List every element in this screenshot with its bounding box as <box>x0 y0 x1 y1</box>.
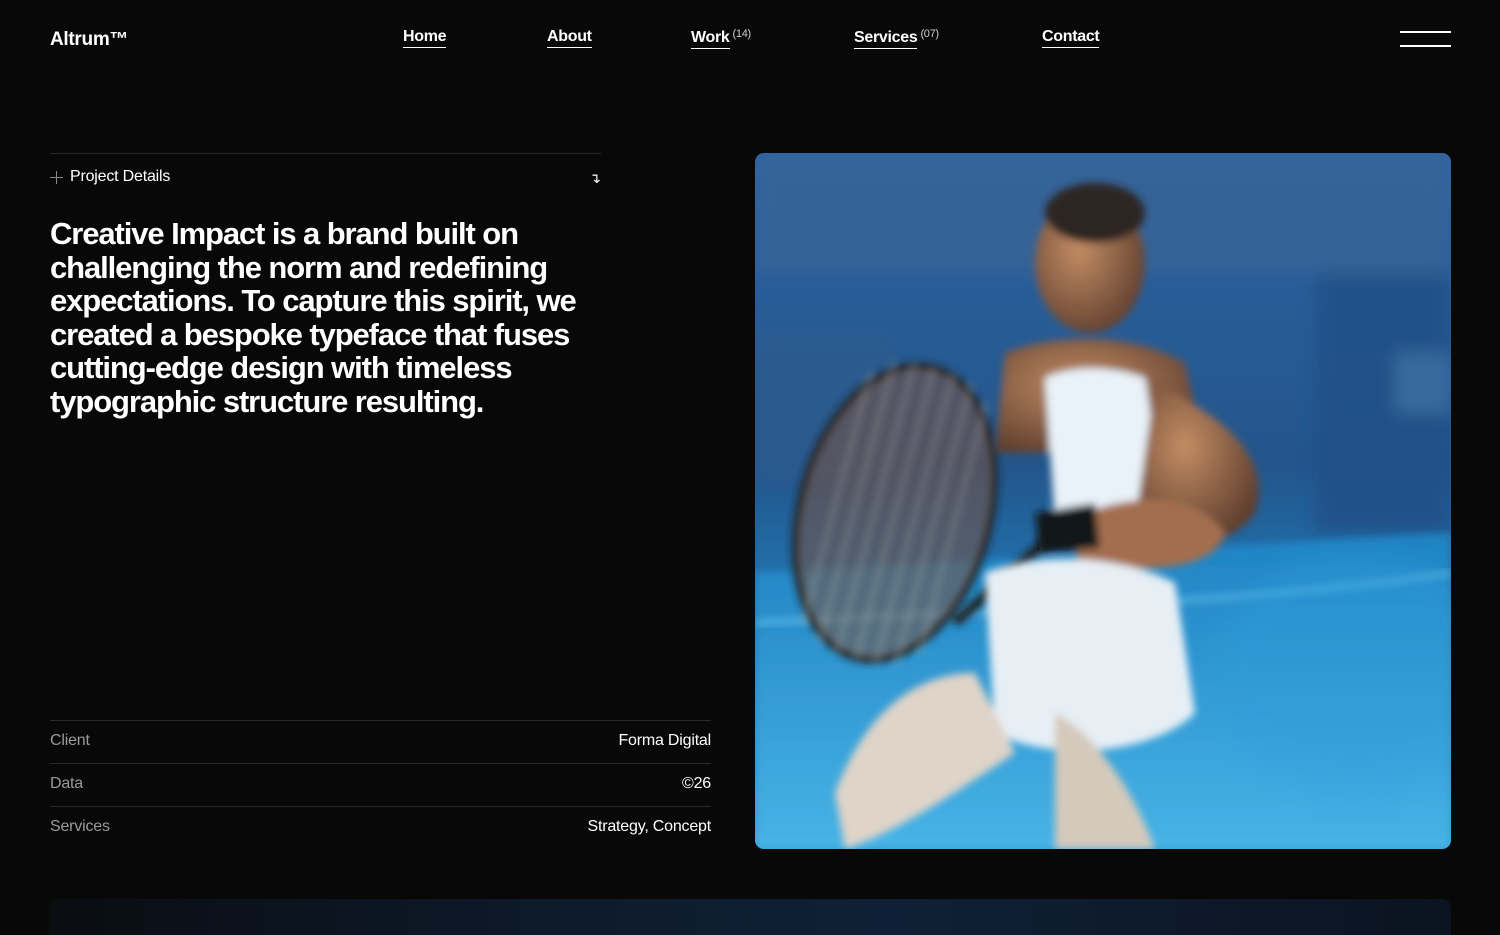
nav-item-label: About <box>547 28 592 48</box>
meta-key: Services <box>50 818 110 835</box>
project-description: Creative Impact is a brand built on chal… <box>50 216 577 419</box>
menu-line <box>1400 45 1451 47</box>
nav-item-label: Home <box>403 28 447 48</box>
meta-value: Forma Digital <box>618 732 711 749</box>
meta-row-data: Data ©26 <box>50 763 711 806</box>
project-meta-table: Client Forma Digital Data ©26 Services S… <box>50 720 711 849</box>
project-details-toggle[interactable]: Project Details ↴ <box>50 168 601 190</box>
nav-item-count: (14) <box>732 28 752 40</box>
meta-value: ©26 <box>682 775 711 792</box>
arrow-down-right-icon: ↴ <box>589 170 601 186</box>
divider <box>50 153 601 154</box>
project-details-label: Project Details <box>70 168 171 185</box>
meta-key: Data <box>50 775 83 792</box>
tennis-player-illustration <box>755 153 1451 849</box>
nav-item-services[interactable]: Services (07) <box>854 28 939 49</box>
meta-value: Strategy, Concept <box>587 818 712 835</box>
nav-item-work[interactable]: Work (14) <box>691 28 751 49</box>
main-nav: Home About Work (14) Services (07) Contact <box>0 28 1500 58</box>
nav-item-label: Services <box>854 29 918 49</box>
nav-item-about[interactable]: About <box>547 28 592 48</box>
meta-row-client: Client Forma Digital <box>50 720 711 763</box>
plus-icon <box>50 171 63 184</box>
hamburger-menu-icon[interactable] <box>1400 31 1451 49</box>
next-section-preview <box>50 899 1451 935</box>
meta-key: Client <box>50 732 90 749</box>
nav-item-label: Work <box>691 29 730 49</box>
meta-row-services: Services Strategy, Concept <box>50 806 711 849</box>
nav-item-home[interactable]: Home <box>403 28 447 48</box>
nav-item-label: Contact <box>1042 28 1100 48</box>
hero-image <box>755 153 1451 849</box>
nav-item-count: (07) <box>920 28 939 40</box>
page: Altrum™ Home About Work (14) Services (07)… <box>0 0 1500 935</box>
nav-item-contact[interactable]: Contact <box>1042 28 1100 48</box>
menu-line <box>1400 31 1451 33</box>
